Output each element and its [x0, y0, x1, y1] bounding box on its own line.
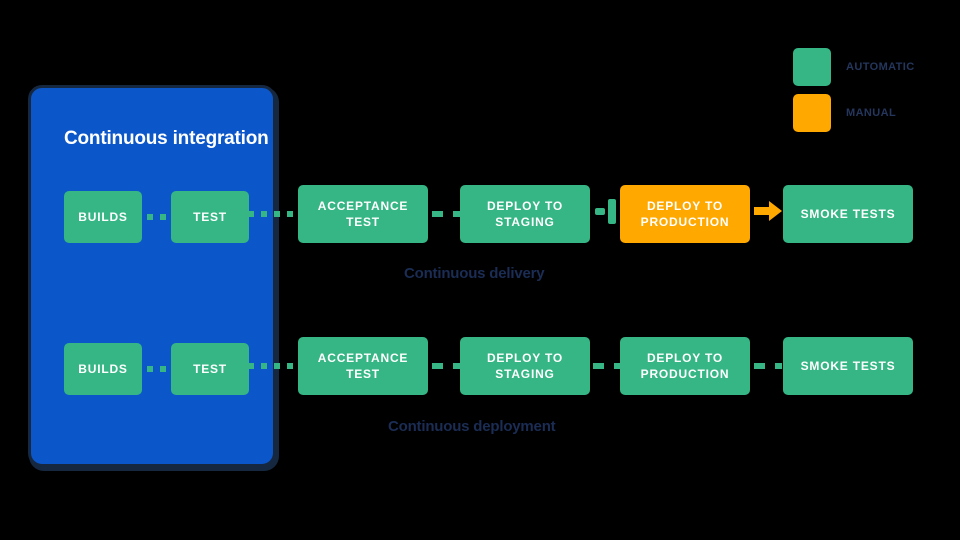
stage-deploy-to-staging-deployment: DEPLOY TO STAGING: [460, 337, 590, 395]
connector-acceptance-to-staging-delivery: [432, 211, 460, 217]
stage-acceptance-test-delivery: ACCEPTANCE TEST: [298, 185, 428, 243]
gate-bar-manual-approval: [608, 199, 616, 224]
stage-deploy-to-production-deployment: DEPLOY TO PRODUCTION: [620, 337, 750, 395]
gate-dash-staging-delivery: [595, 208, 605, 215]
connector-acceptance-to-staging-deployment: [432, 363, 460, 369]
caption-continuous-delivery: Continuous delivery: [404, 265, 545, 282]
legend-swatch-automatic: [793, 48, 831, 86]
stage-deploy-to-production-delivery: DEPLOY TO PRODUCTION: [620, 185, 750, 243]
continuous-integration-title: Continuous integration: [64, 128, 269, 149]
ci-stage-builds-row1: BUILDS: [64, 191, 142, 243]
caption-continuous-deployment: Continuous deployment: [388, 418, 556, 435]
legend: AUTOMATIC MANUAL: [793, 46, 953, 138]
connector-ci-to-acceptance-row1: [248, 211, 298, 217]
stage-deploy-to-staging-delivery: DEPLOY TO STAGING: [460, 185, 590, 243]
legend-item-manual: MANUAL: [793, 92, 953, 134]
ci-stage-builds-row2: BUILDS: [64, 343, 142, 395]
stage-smoke-tests-deployment: SMOKE TESTS: [783, 337, 913, 395]
legend-item-automatic: AUTOMATIC: [793, 46, 953, 88]
connector-staging-to-production-deployment: [593, 363, 621, 369]
legend-label-manual: MANUAL: [846, 107, 897, 119]
stage-smoke-tests-delivery: SMOKE TESTS: [783, 185, 913, 243]
connector-production-to-smoke-deployment: [754, 363, 782, 369]
stage-acceptance-test-deployment: ACCEPTANCE TEST: [298, 337, 428, 395]
continuous-integration-panel: Continuous integration BUILDS TEST BUILD…: [28, 85, 276, 467]
arrow-shaft-production-to-smoke: [754, 207, 770, 215]
ci-stage-test-row1: TEST: [171, 191, 249, 243]
legend-swatch-manual: [793, 94, 831, 132]
legend-label-automatic: AUTOMATIC: [846, 61, 915, 73]
arrow-head-production-to-smoke: [769, 201, 782, 221]
ci-stage-test-row2: TEST: [171, 343, 249, 395]
connector-ci-to-acceptance-row2: [248, 363, 298, 369]
